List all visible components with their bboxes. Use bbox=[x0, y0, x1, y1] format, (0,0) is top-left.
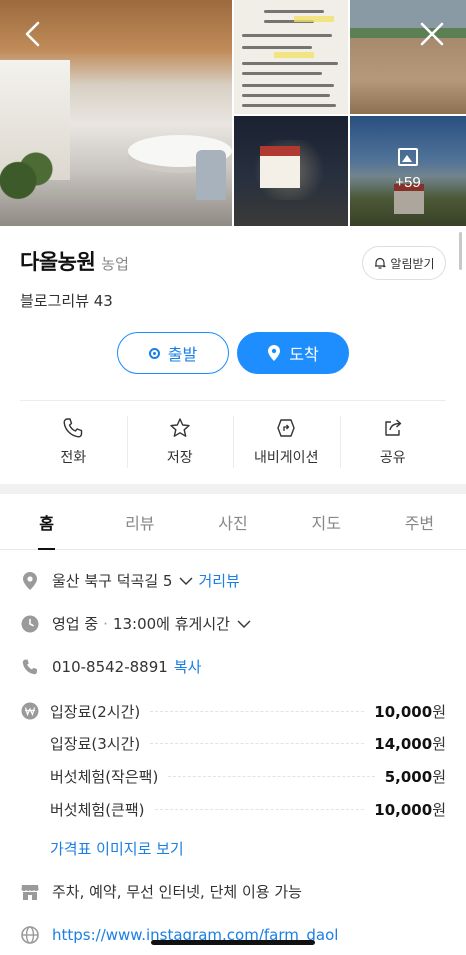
amenities-text: 주차, 예약, 무선 인터넷, 단체 이용 가능 bbox=[52, 883, 302, 901]
place-title: 다올농원 농업 bbox=[20, 246, 129, 276]
price-item: 버섯체험(작은팩) bbox=[50, 768, 159, 786]
price-row: 버섯체험(작은팩) 5,000 원 bbox=[50, 766, 446, 787]
photo-gallery[interactable]: +59 bbox=[0, 0, 466, 226]
price-image-link[interactable]: 가격표 이미지로 보기 bbox=[50, 838, 184, 859]
price-unit: 원 bbox=[432, 735, 446, 753]
location-pin-icon bbox=[268, 345, 281, 361]
save-action[interactable]: 저장 bbox=[126, 404, 234, 480]
price-leader bbox=[168, 776, 375, 777]
price-leader bbox=[154, 809, 365, 810]
notify-label: 알림받기 bbox=[390, 256, 435, 271]
blog-review-count[interactable]: 블로그리뷰 43 bbox=[20, 290, 113, 311]
close-icon bbox=[420, 22, 444, 46]
home-indicator bbox=[151, 940, 315, 945]
bell-icon bbox=[375, 257, 386, 269]
photo-house bbox=[260, 146, 300, 188]
chevron-down-icon[interactable] bbox=[236, 619, 252, 629]
action-bar: 전화 저장 내비게이션 공유 bbox=[20, 404, 446, 480]
navigation-action[interactable]: 내비게이션 bbox=[233, 404, 340, 480]
price-unit: 원 bbox=[432, 801, 446, 819]
depart-button[interactable]: 출발 bbox=[117, 332, 229, 374]
photo-fence bbox=[350, 28, 466, 38]
phone-number[interactable]: 010-8542-8891 bbox=[52, 658, 168, 676]
chevron-down-icon[interactable] bbox=[178, 576, 194, 586]
notify-button[interactable]: 알림받기 bbox=[362, 246, 446, 280]
price-item: 입장료(3시간) bbox=[50, 735, 141, 753]
image-icon bbox=[398, 148, 418, 166]
hours-detail[interactable]: 13:00에 휴게시간 bbox=[113, 613, 230, 634]
share-icon bbox=[385, 419, 401, 436]
depart-label: 출발 bbox=[167, 345, 198, 364]
scroll-indicator bbox=[459, 232, 462, 270]
route-buttons: 출발 도착 bbox=[0, 332, 466, 374]
address-row: 울산 북구 덕곡길 5 거리뷰 bbox=[20, 570, 240, 591]
price-amount: 10,000 bbox=[374, 702, 433, 721]
tab-photos[interactable]: 사진 bbox=[186, 494, 279, 549]
navigation-icon bbox=[277, 419, 295, 437]
street-view-link[interactable]: 거리뷰 bbox=[198, 570, 239, 591]
tab-home[interactable]: 홈 bbox=[0, 494, 93, 550]
price-row: 입장료(3시간) 14,000 원 bbox=[50, 733, 446, 754]
clock-icon bbox=[20, 614, 40, 634]
price-row: 입장료(2시간) 10,000 원 bbox=[50, 701, 446, 722]
phone-icon bbox=[20, 657, 40, 677]
hours-separator: · bbox=[103, 614, 108, 633]
hours-row: 영업 중 · 13:00에 휴게시간 bbox=[20, 613, 252, 634]
arrive-button[interactable]: 도착 bbox=[237, 332, 349, 374]
phone-row: 010-8542-8891 복사 bbox=[20, 656, 201, 677]
tab-nearby[interactable]: 주변 bbox=[373, 494, 466, 549]
price-item: 입장료(2시간) bbox=[50, 703, 141, 721]
place-name: 다올농원 bbox=[20, 250, 96, 274]
price-amount: 5,000 bbox=[384, 767, 433, 786]
divider bbox=[20, 400, 446, 401]
photo-chair bbox=[196, 150, 226, 200]
star-icon bbox=[170, 418, 190, 437]
price-leader bbox=[150, 743, 365, 744]
close-button[interactable] bbox=[416, 18, 448, 50]
arrive-label: 도착 bbox=[289, 345, 319, 364]
tab-bar: 홈 리뷰 사진 지도 주변 bbox=[0, 494, 466, 550]
call-action[interactable]: 전화 bbox=[20, 404, 127, 480]
photo-shade bbox=[350, 116, 466, 226]
place-category: 농업 bbox=[101, 255, 129, 273]
chevron-left-icon bbox=[25, 21, 40, 47]
origin-dot-icon bbox=[148, 347, 160, 359]
price-row: 버섯체험(큰팩) 10,000 원 bbox=[50, 799, 446, 820]
photo-yard[interactable] bbox=[350, 0, 466, 114]
photo-price-sheet[interactable] bbox=[234, 0, 348, 114]
photo-more[interactable]: +59 bbox=[350, 116, 466, 226]
price-item: 버섯체험(큰팩) bbox=[50, 801, 145, 819]
price-unit: 원 bbox=[432, 768, 446, 786]
section-separator bbox=[0, 484, 466, 494]
won-icon bbox=[20, 701, 40, 721]
photo-more-count: +59 bbox=[395, 174, 421, 191]
share-label: 공유 bbox=[379, 450, 406, 466]
price-icon-wrap bbox=[20, 701, 52, 721]
globe-icon bbox=[20, 925, 40, 945]
price-unit: 원 bbox=[432, 703, 446, 721]
tab-reviews[interactable]: 리뷰 bbox=[93, 494, 186, 549]
location-pin-icon bbox=[20, 571, 40, 591]
photo-night-house[interactable] bbox=[234, 116, 348, 226]
hours-status[interactable]: 영업 중 bbox=[52, 613, 98, 634]
save-label: 저장 bbox=[166, 450, 193, 466]
phone-icon bbox=[63, 418, 83, 438]
price-leader bbox=[150, 711, 365, 712]
navigation-label: 내비게이션 bbox=[254, 450, 319, 466]
price-amount: 14,000 bbox=[374, 734, 433, 753]
store-icon bbox=[20, 882, 40, 902]
tab-map[interactable]: 지도 bbox=[280, 494, 373, 549]
price-amount: 10,000 bbox=[374, 800, 433, 819]
back-button[interactable] bbox=[18, 18, 50, 50]
photo-plant bbox=[0, 150, 60, 226]
copy-button[interactable]: 복사 bbox=[174, 656, 202, 677]
address-text[interactable]: 울산 북구 덕곡길 5 bbox=[52, 570, 172, 591]
amenities-row: 주차, 예약, 무선 인터넷, 단체 이용 가능 bbox=[20, 881, 302, 902]
share-action[interactable]: 공유 bbox=[339, 404, 447, 480]
call-label: 전화 bbox=[60, 450, 87, 466]
